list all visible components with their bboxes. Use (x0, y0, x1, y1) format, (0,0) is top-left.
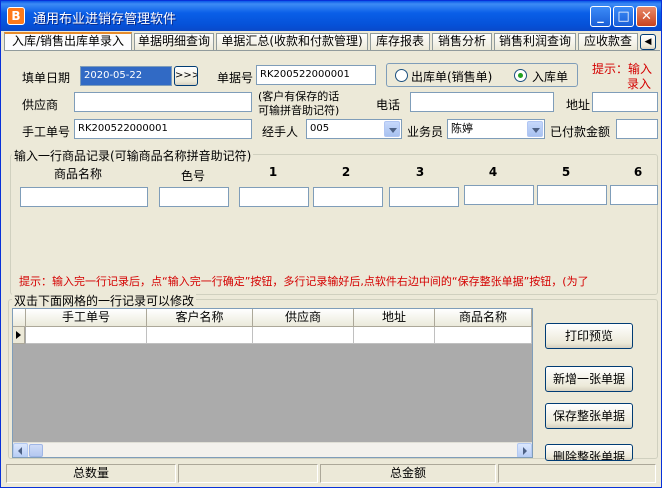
grid-corner (13, 309, 26, 327)
salesman-select[interactable]: 陈婷 (447, 119, 545, 139)
address-input[interactable] (592, 92, 658, 112)
scroll-left-icon[interactable] (13, 443, 28, 457)
date-picker-button[interactable]: >>> (174, 66, 198, 86)
grid-col-supplier[interactable]: 供应商 (253, 309, 354, 327)
paid-label: 已付款金额 (550, 125, 611, 139)
records-grid[interactable]: 手工单号 客户名称 供应商 地址 商品名称 (12, 308, 533, 458)
supplier-input[interactable] (74, 92, 252, 112)
status-cell-2 (178, 464, 318, 483)
grid-cell[interactable] (354, 327, 435, 344)
col-head-product: 商品名称 (53, 167, 102, 181)
app-window: B 通用布业进销存管理软件 _ □ ✕ 入库/销售出库单录入 单据明细查询 单据… (0, 0, 662, 488)
entry-color-input[interactable] (159, 187, 229, 207)
customer-hint-2: 可输拼音助记符) (258, 104, 340, 117)
entry-panel: 填单日期 2020-05-22 >>> 单据号 RK200522000001 出… (4, 51, 660, 461)
radio-outbound[interactable] (395, 69, 408, 82)
tab-summary[interactable]: 单据汇总(收款和付款管理) (216, 33, 368, 50)
app-icon: B (7, 7, 25, 25)
manual-no-label: 手工单号 (22, 125, 71, 139)
col-head-3: 3 (415, 165, 425, 179)
doc-no-input[interactable]: RK200522000001 (256, 65, 376, 85)
grid-col-customer[interactable]: 客户名称 (147, 309, 253, 327)
tab-scroll-left-icon[interactable]: ◀ (640, 34, 656, 50)
chevron-down-icon[interactable] (384, 121, 400, 137)
manual-no-input[interactable]: RK200522000001 (74, 119, 252, 139)
status-bar: 总数量 总金额 (4, 463, 660, 485)
entry-size-5-input[interactable] (537, 185, 607, 205)
close-button[interactable]: ✕ (636, 6, 657, 27)
grid-cell[interactable] (26, 327, 147, 344)
scroll-right-icon[interactable] (517, 443, 532, 457)
grid-cell[interactable] (147, 327, 253, 344)
col-head-6: 6 (633, 165, 643, 179)
radio-outbound-label: 出库单(销售单) (411, 70, 493, 84)
doc-type-radio-group: 出库单(销售单) 入库单 (386, 63, 578, 87)
tab-receivables[interactable]: 应收款查 (578, 33, 638, 50)
date-input[interactable]: 2020-05-22 (80, 66, 172, 86)
scroll-thumb[interactable] (29, 444, 43, 457)
new-doc-button[interactable]: 新增一张单据 (545, 366, 633, 392)
row-pointer-icon (13, 327, 25, 344)
radio-inbound[interactable] (514, 69, 527, 82)
tab-strip: 入库/销售出库单录入 单据明细查询 单据汇总(收款和付款管理) 库存报表 销售分… (4, 32, 660, 50)
entry-hint: 提示：输入完一行记录后，点“输入完一行确定”按钮，多行记录输好后,点软件右边中间… (19, 275, 589, 288)
print-preview-button[interactable]: 打印预览 (545, 323, 633, 349)
grid-header: 手工单号 客户名称 供应商 地址 商品名称 (13, 309, 532, 327)
tab-entry[interactable]: 入库/销售出库单录入 (4, 32, 132, 50)
entry-size-2-input[interactable] (313, 187, 383, 207)
status-total-amount: 总金额 (320, 464, 496, 483)
supplier-label: 供应商 (22, 98, 59, 112)
grid-hscrollbar[interactable] (13, 442, 532, 457)
date-label: 填单日期 (22, 71, 71, 85)
grid-col-product[interactable]: 商品名称 (435, 309, 532, 327)
tab-inventory-report[interactable]: 库存报表 (370, 33, 430, 50)
tab-profit-query[interactable]: 销售利润查询 (494, 33, 576, 50)
doc-no-label: 单据号 (217, 71, 254, 85)
entry-size-3-input[interactable] (389, 187, 459, 207)
save-doc-button[interactable]: 保存整张单据 (545, 403, 633, 429)
col-head-2: 2 (341, 165, 351, 179)
entry-size-1-input[interactable] (239, 187, 309, 207)
maximize-button[interactable]: □ (613, 6, 634, 27)
col-head-color: 色号 (180, 169, 205, 183)
salesman-label: 业务员 (407, 125, 444, 139)
table-row[interactable] (26, 327, 532, 344)
phone-input[interactable] (410, 92, 554, 112)
phone-label: 电话 (376, 98, 401, 112)
grid-col-manual-no[interactable]: 手工单号 (26, 309, 147, 327)
title-bar[interactable]: B 通用布业进销存管理软件 _ □ ✕ (1, 1, 661, 31)
entry-size-4-input[interactable] (464, 185, 534, 205)
delete-doc-button[interactable]: 删除整张单据 (545, 444, 633, 461)
col-head-4: 4 (488, 165, 498, 179)
top-hint-line2: 录入 (627, 77, 652, 91)
grid-group-title: 双击下面网格的一行记录可以修改 (12, 292, 197, 309)
handler-value: 005 (310, 123, 330, 134)
minimize-button[interactable]: _ (590, 6, 611, 27)
entry-product-input[interactable] (20, 187, 148, 207)
radio-inbound-label: 入库单 (532, 70, 569, 84)
paid-input[interactable] (616, 119, 658, 139)
status-cell-4 (498, 464, 656, 483)
handler-label: 经手人 (262, 125, 299, 139)
address-label: 地址 (566, 98, 591, 112)
grid-cell[interactable] (253, 327, 354, 344)
chevron-down-icon[interactable] (527, 121, 543, 137)
grid-col-address[interactable]: 地址 (354, 309, 435, 327)
tab-detail-query[interactable]: 单据明细查询 (134, 33, 214, 50)
grid-cell[interactable] (435, 327, 532, 344)
col-head-5: 5 (561, 165, 571, 179)
tab-sales-analysis[interactable]: 销售分析 (432, 33, 492, 50)
handler-select[interactable]: 005 (306, 119, 402, 139)
salesman-value: 陈婷 (451, 122, 473, 135)
window-title: 通用布业进销存管理软件 (33, 12, 177, 27)
entry-group-title: 输入一行商品记录(可输商品名称拼音助记符) (12, 147, 254, 164)
status-total-qty: 总数量 (6, 464, 176, 483)
entry-size-6-input[interactable] (610, 185, 658, 205)
col-head-1: 1 (268, 165, 278, 179)
